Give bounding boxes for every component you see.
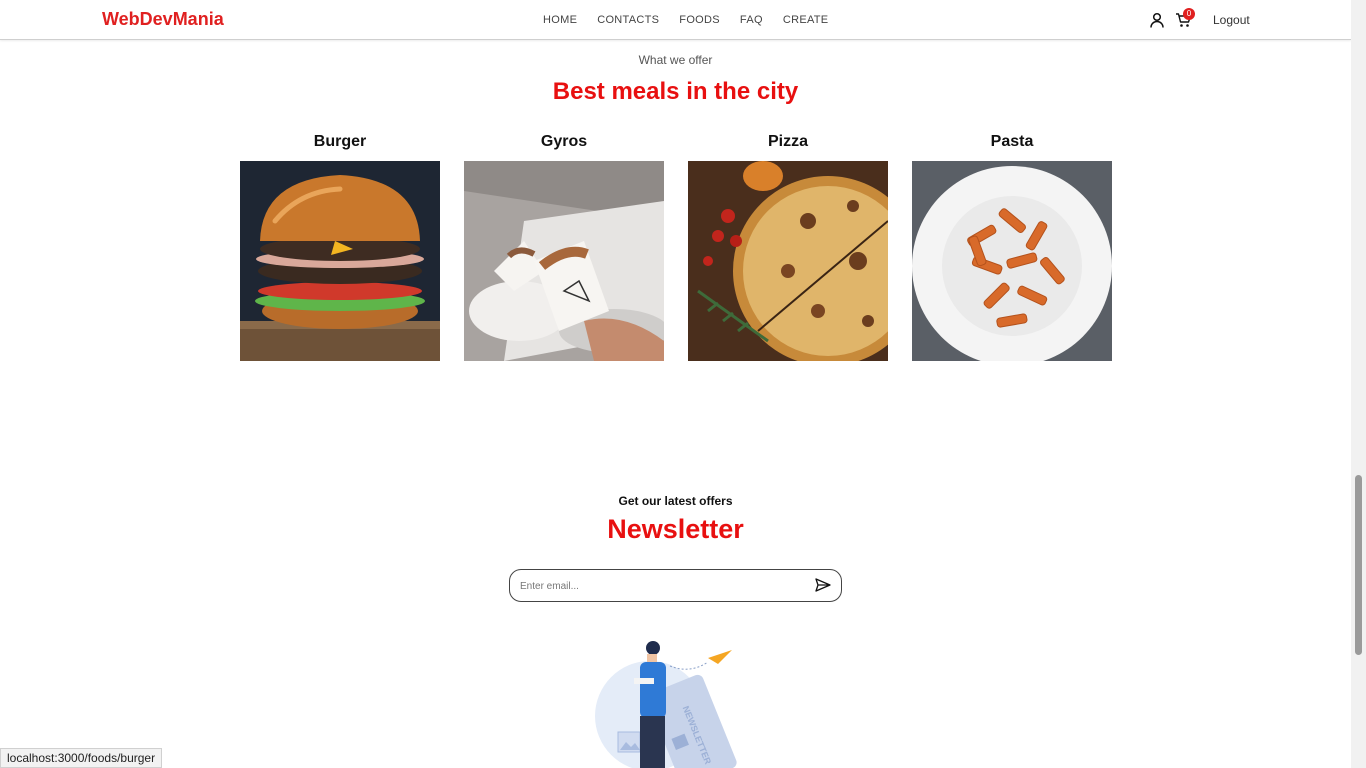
- page-scrollbar[interactable]: [1351, 0, 1366, 768]
- pizza-image[interactable]: [688, 161, 888, 361]
- newsletter-title: Newsletter: [607, 514, 744, 544]
- food-card-burger[interactable]: Burger: [240, 133, 440, 361]
- gyros-image[interactable]: [464, 161, 664, 361]
- main-nav: HOME CONTACTS FOODS FAQ CREATE: [543, 14, 848, 26]
- food-card-pasta[interactable]: Pasta: [912, 133, 1112, 361]
- offer-title: Best meals in the city: [552, 78, 799, 105]
- offer-subtitle: What we offer: [638, 53, 713, 67]
- food-name: Pasta: [990, 133, 1034, 150]
- food-name: Pizza: [767, 133, 808, 150]
- nav-foods-link[interactable]: FOODS: [679, 14, 720, 26]
- food-card-gyros[interactable]: Gyros: [464, 133, 664, 361]
- food-name: Gyros: [540, 133, 588, 150]
- newsletter-illustration: NEWSLETTER: [590, 636, 760, 768]
- cart-count-badge: 0: [1183, 8, 1195, 20]
- brand-logo[interactable]: WebDevMania: [102, 9, 224, 30]
- burger-image[interactable]: [240, 161, 440, 361]
- send-icon[interactable]: [815, 578, 833, 594]
- pasta-image[interactable]: [912, 161, 1112, 361]
- newsletter-subtitle: Get our latest offers: [618, 494, 733, 508]
- food-name: Burger: [313, 133, 367, 150]
- nav-contacts-link[interactable]: CONTACTS: [597, 14, 659, 26]
- nav-faq-link[interactable]: FAQ: [740, 14, 763, 26]
- logout-link[interactable]: Logout: [1213, 13, 1250, 27]
- email-input[interactable]: [520, 578, 800, 594]
- nav-home-link[interactable]: HOME: [543, 14, 577, 26]
- top-navbar: WebDevMania HOME CONTACTS FOODS FAQ CREA…: [0, 0, 1351, 40]
- nav-create-link[interactable]: CREATE: [783, 14, 829, 26]
- status-bar-url: localhost:3000/foods/burger: [0, 748, 163, 768]
- food-card-pizza[interactable]: Pizza: [688, 133, 888, 361]
- newsletter-form: [509, 569, 842, 602]
- scroll-thumb[interactable]: [1355, 475, 1362, 655]
- user-icon[interactable]: [1149, 12, 1165, 28]
